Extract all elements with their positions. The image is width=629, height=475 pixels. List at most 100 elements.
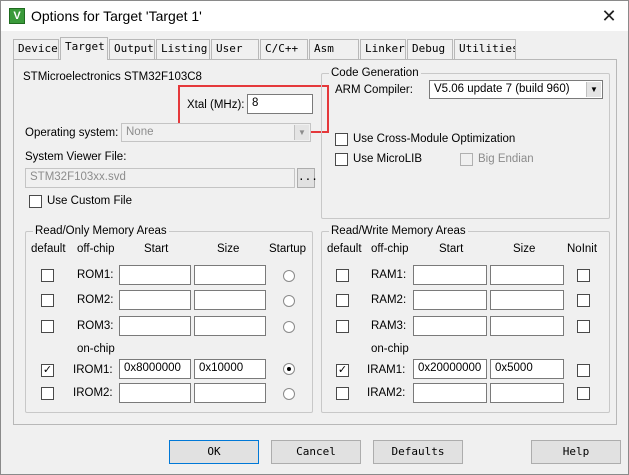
os-select[interactable]: None ▼ bbox=[121, 123, 311, 142]
ram1-start-input[interactable] bbox=[413, 265, 487, 285]
device-name: STMicroelectronics STM32F103C8 bbox=[23, 71, 202, 83]
iram1-default-checkbox[interactable]: ✓ bbox=[336, 364, 349, 377]
ram-header-size: Size bbox=[513, 243, 536, 255]
irom2-label: IROM2: bbox=[73, 387, 113, 399]
ram1-noinit-checkbox[interactable] bbox=[577, 269, 590, 282]
ram2-label: RAM2: bbox=[371, 294, 407, 306]
keil-uvision-icon: V bbox=[9, 8, 25, 24]
tab-target[interactable]: Target bbox=[60, 37, 108, 60]
rom2-start-input[interactable] bbox=[119, 290, 191, 310]
iram2-label: IRAM2: bbox=[367, 387, 406, 399]
iram2-noinit-checkbox[interactable] bbox=[577, 387, 590, 400]
ram1-default-checkbox[interactable] bbox=[336, 269, 349, 282]
chevron-down-icon: ▼ bbox=[294, 125, 309, 140]
window-title: Options for Target 'Target 1' bbox=[31, 8, 202, 24]
ram2-start-input[interactable] bbox=[413, 290, 487, 310]
rom2-default-checkbox[interactable] bbox=[41, 294, 54, 307]
microlib-label: Use MicroLIB bbox=[353, 153, 423, 165]
ram3-default-checkbox[interactable] bbox=[336, 320, 349, 333]
cross-module-label: Use Cross-Module Optimization bbox=[353, 133, 516, 145]
rom-header-start: Start bbox=[144, 243, 169, 255]
irom1-default-checkbox[interactable]: ✓ bbox=[41, 364, 54, 377]
microlib-checkbox[interactable] bbox=[335, 153, 348, 166]
ram3-noinit-checkbox[interactable] bbox=[577, 320, 590, 333]
ram-onchip-label: on-chip bbox=[371, 343, 409, 355]
irom1-label: IROM1: bbox=[73, 364, 113, 376]
big-endian-checkbox[interactable] bbox=[460, 153, 473, 166]
rom1-size-input[interactable] bbox=[194, 265, 266, 285]
svd-label: System Viewer File: bbox=[25, 151, 127, 163]
big-endian-label: Big Endian bbox=[478, 153, 534, 165]
tab-user[interactable]: User bbox=[211, 39, 259, 59]
ram2-size-input[interactable] bbox=[490, 290, 564, 310]
rom3-size-input[interactable] bbox=[194, 316, 266, 336]
defaults-button[interactable]: Defaults bbox=[373, 440, 463, 464]
chevron-down-icon: ▼ bbox=[586, 82, 601, 97]
rom2-size-input[interactable] bbox=[194, 290, 266, 310]
iram1-start-input[interactable]: 0x20000000 bbox=[413, 359, 487, 379]
rom3-start-input[interactable] bbox=[119, 316, 191, 336]
close-icon[interactable]: ✕ bbox=[597, 5, 621, 27]
iram1-label: IRAM1: bbox=[367, 364, 406, 376]
irom1-start-input[interactable]: 0x8000000 bbox=[119, 359, 191, 379]
irom2-size-input[interactable] bbox=[194, 383, 266, 403]
iram2-size-input[interactable] bbox=[490, 383, 564, 403]
ram-header-noinit: NoInit bbox=[567, 243, 598, 255]
rom-areas-title: Read/Only Memory Areas bbox=[33, 225, 169, 237]
iram2-default-checkbox[interactable] bbox=[336, 387, 349, 400]
rom-header-size: Size bbox=[217, 243, 240, 255]
tab-asm[interactable]: Asm bbox=[309, 39, 359, 59]
ram2-default-checkbox[interactable] bbox=[336, 294, 349, 307]
use-custom-file-label: Use Custom File bbox=[47, 195, 132, 207]
rom3-startup-radio[interactable] bbox=[283, 321, 295, 333]
ram3-start-input[interactable] bbox=[413, 316, 487, 336]
cancel-button[interactable]: Cancel bbox=[271, 440, 361, 464]
arm-compiler-label: ARM Compiler: bbox=[335, 84, 413, 96]
help-button[interactable]: Help bbox=[531, 440, 621, 464]
tab-device[interactable]: Device bbox=[13, 39, 59, 59]
rom1-start-input[interactable] bbox=[119, 265, 191, 285]
ram3-size-input[interactable] bbox=[490, 316, 564, 336]
arm-compiler-value: V5.06 update 7 (build 960) bbox=[434, 83, 570, 95]
svd-input[interactable]: STM32F103xx.svd bbox=[25, 168, 295, 188]
tab-c-cpp[interactable]: C/C++ bbox=[260, 39, 308, 59]
options-dialog: V Options for Target 'Target 1' ✕ Device… bbox=[0, 0, 629, 475]
ram-header-default: default bbox=[327, 243, 362, 255]
irom2-start-input[interactable] bbox=[119, 383, 191, 403]
ram-areas-title: Read/Write Memory Areas bbox=[329, 225, 468, 237]
use-custom-file-checkbox[interactable] bbox=[29, 195, 42, 208]
svd-browse-button[interactable]: ... bbox=[297, 168, 318, 188]
tab-debug[interactable]: Debug bbox=[407, 39, 453, 59]
cross-module-checkbox[interactable] bbox=[335, 133, 348, 146]
rom-onchip-label: on-chip bbox=[77, 343, 115, 355]
rom3-label: ROM3: bbox=[77, 320, 114, 332]
tab-listing[interactable]: Listing bbox=[156, 39, 210, 59]
ram3-label: RAM3: bbox=[371, 320, 407, 332]
irom1-startup-radio[interactable] bbox=[283, 363, 295, 375]
iram1-size-input[interactable]: 0x5000 bbox=[490, 359, 564, 379]
ram-header-start: Start bbox=[439, 243, 464, 255]
irom2-default-checkbox[interactable] bbox=[41, 387, 54, 400]
os-label: Operating system: bbox=[25, 127, 119, 139]
rom-header-startup: Startup bbox=[269, 243, 307, 255]
ok-button[interactable]: OK bbox=[169, 440, 259, 464]
rom1-startup-radio[interactable] bbox=[283, 270, 295, 282]
rom3-default-checkbox[interactable] bbox=[41, 320, 54, 333]
rom-header-offchip: off-chip bbox=[77, 243, 115, 255]
rom2-startup-radio[interactable] bbox=[283, 295, 295, 307]
iram2-start-input[interactable] bbox=[413, 383, 487, 403]
tab-output[interactable]: Output bbox=[109, 39, 155, 59]
ram2-noinit-checkbox[interactable] bbox=[577, 294, 590, 307]
irom2-startup-radio[interactable] bbox=[283, 388, 295, 400]
rom1-default-checkbox[interactable] bbox=[41, 269, 54, 282]
title-bar: V Options for Target 'Target 1' ✕ bbox=[1, 1, 628, 31]
tab-utilities[interactable]: Utilities bbox=[454, 39, 516, 59]
arm-compiler-select[interactable]: V5.06 update 7 (build 960) ▼ bbox=[429, 80, 603, 99]
iram1-noinit-checkbox[interactable] bbox=[577, 364, 590, 377]
ram-header-offchip: off-chip bbox=[371, 243, 409, 255]
os-value: None bbox=[126, 126, 154, 138]
ram1-size-input[interactable] bbox=[490, 265, 564, 285]
irom1-size-input[interactable]: 0x10000 bbox=[194, 359, 266, 379]
ram1-label: RAM1: bbox=[371, 269, 407, 281]
tab-linker[interactable]: Linker bbox=[360, 39, 406, 59]
